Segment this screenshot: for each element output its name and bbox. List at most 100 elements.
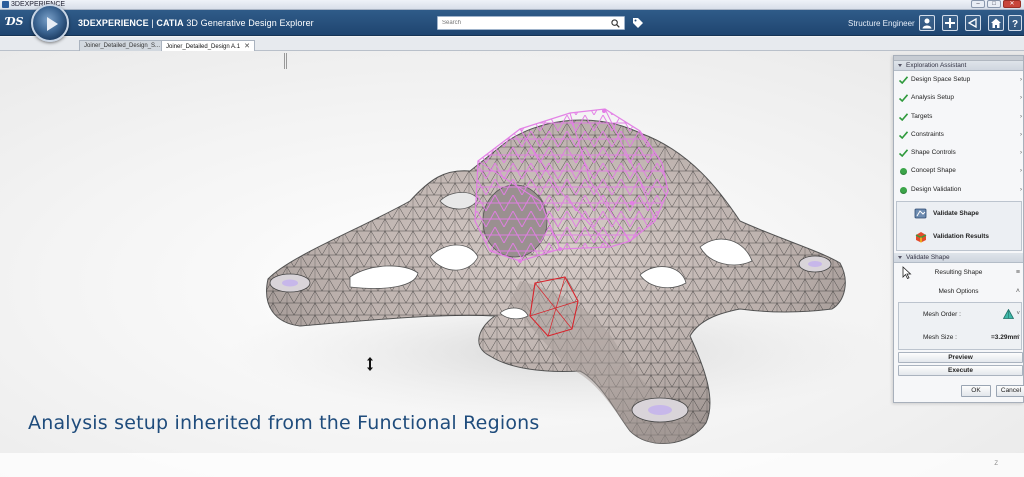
resize-cursor-icon [367,357,373,371]
validation-results-icon [915,232,927,243]
3d-viewport[interactable]: Analysis setup inherited from the Functi… [0,51,1024,477]
ok-button[interactable]: OK [961,385,991,397]
search-input[interactable] [438,17,603,29]
chevron-down-icon: › [1020,186,1022,193]
step-label: Design Validation [911,185,962,193]
axis-corner-mark: Z [994,461,998,467]
close-window-button[interactable]: ✕ [1003,0,1021,8]
checkmark-icon [899,149,908,158]
validation-results-action[interactable]: Validation Results [897,225,1021,248]
chevron-right-icon: › [1020,168,1022,175]
validate-shape-header[interactable]: Validate Shape [894,253,1023,264]
app-title: 3DEXPERIENCE | CATIA 3D Generative Desig… [78,18,314,28]
step-design-validation[interactable]: Design Validation › [894,181,1023,199]
section-title: Validate Shape [906,254,950,262]
checkmark-icon [899,94,908,103]
step-design-space-setup[interactable]: Design Space Setup › [894,71,1023,89]
os-title-bar: 3DEXPERIENCE – □ ✕ [0,0,1024,10]
step-analysis-setup[interactable]: Analysis Setup › [894,89,1023,107]
video-caption: Analysis setup inherited from the Functi… [28,412,540,434]
tab-joiner-design-a1[interactable]: Joiner_Detailed_Design A.1 ✕ [161,40,255,51]
share-button[interactable] [965,15,981,31]
checkmark-icon [899,76,908,84]
validate-shape-action[interactable]: Validate Shape [897,202,1021,225]
step-targets[interactable]: Targets › [894,108,1023,126]
app-product: CATIA [156,18,184,28]
user-icon [922,18,932,29]
tab-label: Joiner_Detailed_Design_S... [84,43,161,49]
add-content-button[interactable] [942,15,958,31]
step-label: Design Space Setup [911,76,971,83]
preview-button[interactable]: Preview [898,352,1023,364]
mesh-size-label: Mesh Size : [923,334,957,342]
dialog-buttons: OK Cancel [961,385,1024,397]
mesh-order-row: Mesh Order : ˅ [899,303,1021,326]
chevron-right-icon: › [1020,113,1022,120]
exploration-assistant-panel: Exploration Assistant Design Space Setup… [893,55,1024,403]
exploration-assistant-header[interactable]: Exploration Assistant [894,61,1023,71]
tab-close-icon[interactable]: ✕ [244,43,250,50]
mouse-pointer-icon [902,266,912,280]
home-button[interactable] [988,15,1004,31]
mesh-size-value[interactable]: =3.29mm [991,326,1019,349]
user-profile-button[interactable] [919,15,935,31]
tag-icon[interactable] [632,17,644,29]
help-button[interactable]: ? [1008,15,1022,31]
search-icon[interactable] [611,19,620,28]
cancel-button[interactable]: Cancel [996,385,1024,397]
mesh-options-row[interactable]: Mesh Options ˄ [894,282,1023,301]
execute-button[interactable]: Execute [898,365,1023,377]
maximize-button[interactable]: □ [987,0,1001,8]
window-controls: – □ ✕ [971,0,1021,8]
compass-widget[interactable] [31,4,69,42]
spin-icon[interactable]: ÷ [1017,326,1020,349]
chevron-right-icon: › [1020,150,1022,157]
mesh-options-label: Mesh Options [938,288,979,296]
chevron-up-icon[interactable]: ˄ [1016,282,1020,301]
minimize-button[interactable]: – [971,0,985,8]
step-concept-shape[interactable]: Concept Shape › [894,162,1023,180]
checkmark-icon [899,112,908,121]
tetra-mesh-order-icon[interactable] [1003,309,1014,320]
step-label: Analysis Setup [911,94,954,102]
step-label: Constraints [911,130,944,138]
app-name: 3D Generative Design Explorer [183,18,314,28]
sub-action-label: Validate Shape [933,210,979,218]
app-header: ƊS 3DEXPERIENCE | CATIA 3D Generative De… [0,10,1024,36]
sub-action-label: Validation Results [933,233,989,241]
caption-band [0,453,1024,477]
step-constraints[interactable]: Constraints › [894,126,1023,144]
document-tab-strip: Joiner_Detailed_Design_S... Joiner_Detai… [0,37,1024,51]
mesh-order-label: Mesh Order : [923,311,961,319]
chevron-right-icon: › [1020,95,1022,102]
list-icon[interactable]: ≡ [1016,263,1020,282]
step-label: Concept Shape [911,167,956,175]
search-box [437,16,625,30]
collapse-icon [898,63,902,67]
user-role-label: Structure Engineer [848,19,915,28]
resulting-shape-row[interactable]: Resulting Shape ≡ [894,263,1023,282]
ds-logo: ƊS [6,15,24,28]
chevron-down-icon[interactable]: ˅ [1016,303,1020,326]
help-icon: ? [1012,19,1018,29]
step-label: Targets [911,112,933,120]
chevron-right-icon: › [1020,131,1022,138]
checkmark-icon [899,131,908,139]
svg-text:?: ? [1012,19,1018,29]
collapse-icon [898,255,902,259]
share-icon [967,17,977,29]
status-dot-icon [900,168,907,176]
design-validation-actions: Validate Shape Validation Results [896,201,1022,252]
tab-label: Joiner_Detailed_Design A.1 [166,44,241,50]
status-dot-icon [900,186,907,194]
app-logo-icon [2,1,9,8]
panel-title: Exploration Assistant [906,62,967,69]
validate-shape-section: Validate Shape Resulting Shape ≡ Mesh Opt… [894,253,1023,377]
step-shape-controls[interactable]: Shape Controls › [894,144,1023,162]
chevron-right-icon: › [1020,77,1022,83]
play-icon [47,17,58,31]
resulting-shape-label: Resulting Shape [934,269,983,277]
tab-joiner-design-s[interactable]: Joiner_Detailed_Design_S... [79,40,166,51]
home-icon [991,18,1001,28]
add-icon [945,18,955,28]
